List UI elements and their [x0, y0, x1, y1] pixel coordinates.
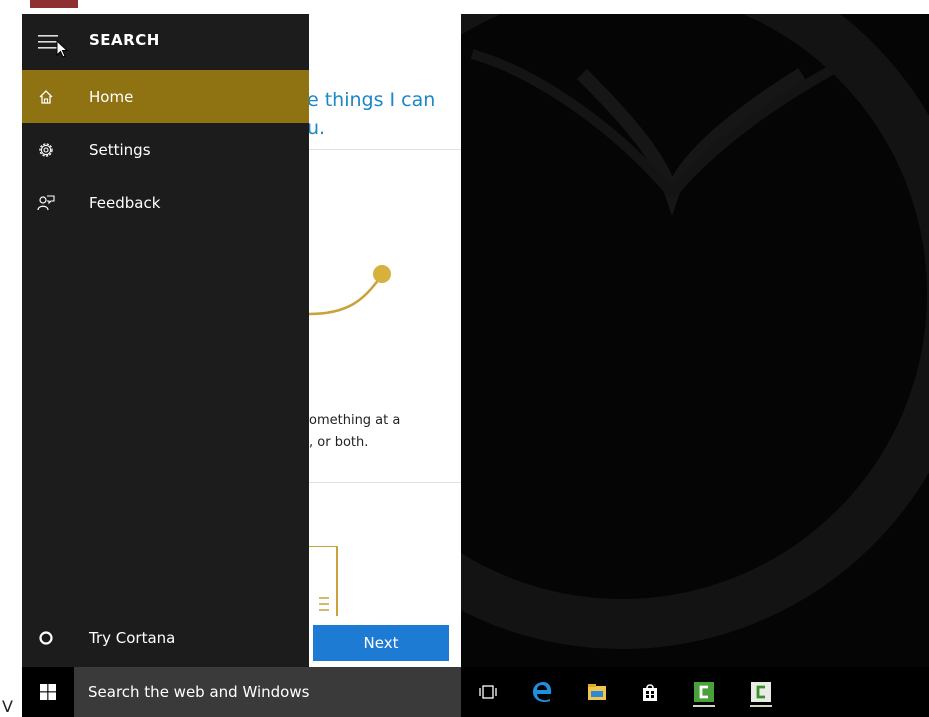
cortana-headline: e things I can u.	[309, 86, 461, 142]
start-button[interactable]	[22, 667, 74, 717]
divider	[309, 149, 461, 150]
camtasia-icon[interactable]	[689, 677, 719, 707]
cortana-body: omething at a , or both.	[309, 410, 461, 454]
search-input[interactable]: Search the web and Windows	[74, 667, 461, 717]
gear-icon	[36, 140, 56, 160]
camtasia-recorder-icon[interactable]	[746, 677, 776, 707]
cortana-body-line1: omething at a	[309, 413, 401, 428]
next-button[interactable]: Next	[313, 625, 449, 661]
task-view-icon[interactable]	[473, 677, 503, 707]
cortana-headline-line2: u.	[309, 117, 326, 139]
cortana-circle-icon	[39, 631, 53, 645]
desktop: e things I can u. omething at a , or bot…	[22, 14, 929, 717]
feedback-icon	[36, 193, 56, 213]
search-menu: SEARCH Home Settings Feedback Try Cortan…	[22, 14, 309, 667]
active-indicator	[693, 705, 715, 707]
menu-item-label: Settings	[89, 140, 151, 159]
corner-badge	[30, 0, 78, 8]
menu-title: SEARCH	[89, 31, 160, 49]
menu-item-home[interactable]: Home	[22, 70, 309, 123]
active-indicator	[750, 705, 772, 707]
menu-item-label: Home	[89, 87, 134, 106]
store-icon[interactable]	[635, 677, 665, 707]
menu-header: SEARCH	[22, 14, 309, 70]
home-icon	[36, 87, 56, 107]
try-cortana-button[interactable]: Try Cortana	[22, 612, 309, 664]
menu-item-label: Feedback	[89, 193, 161, 212]
try-cortana-label: Try Cortana	[89, 629, 176, 647]
menu-item-feedback[interactable]: Feedback	[22, 176, 309, 229]
taskbar: Search the web and Windows	[22, 667, 929, 717]
divider	[309, 482, 461, 483]
windows-logo-icon	[40, 684, 56, 700]
cortana-body-line2: , or both.	[309, 435, 369, 450]
cortana-illustration	[309, 265, 391, 316]
file-explorer-icon[interactable]	[582, 677, 612, 707]
menu-item-settings[interactable]: Settings	[22, 123, 309, 176]
mouse-cursor-icon	[56, 40, 68, 58]
search-placeholder: Search the web and Windows	[88, 683, 310, 701]
cortana-headline-line1: e things I can	[309, 89, 436, 111]
cortana-panel: e things I can u. omething at a , or bot…	[309, 14, 461, 667]
corner-text: V	[2, 697, 13, 716]
edge-icon[interactable]	[527, 677, 557, 707]
